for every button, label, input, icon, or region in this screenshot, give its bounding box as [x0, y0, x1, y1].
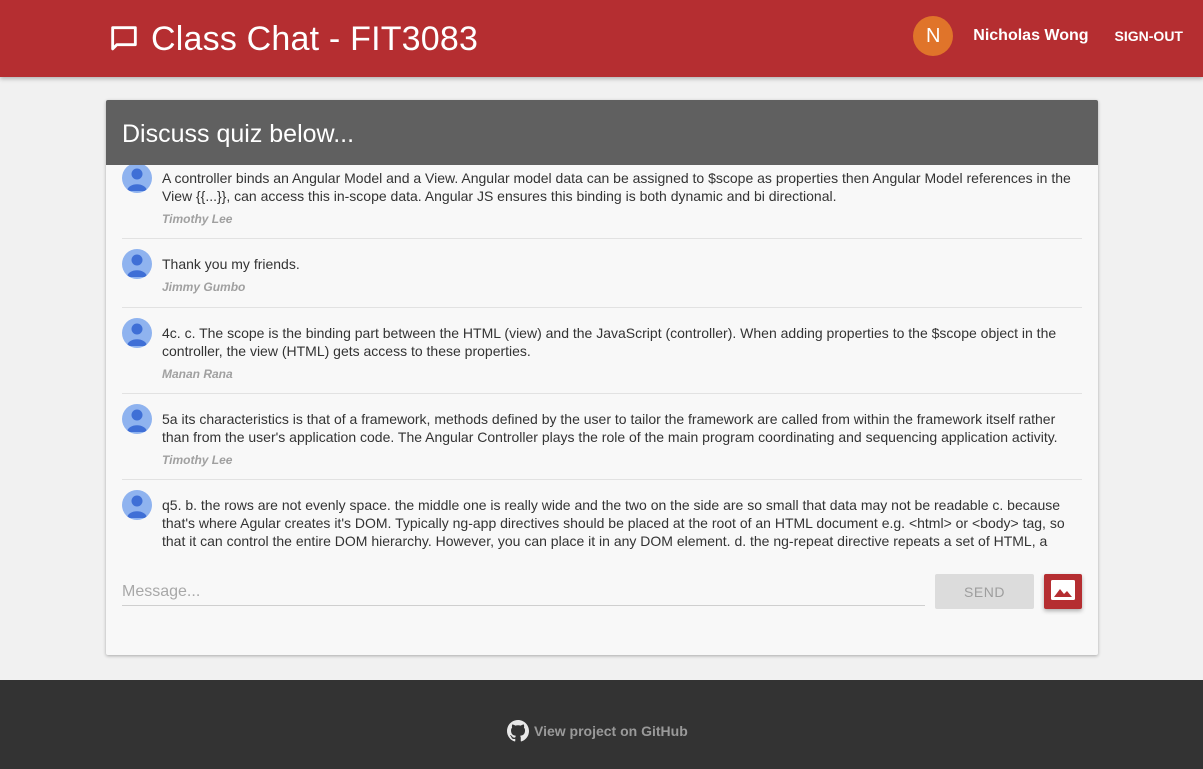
app-title: Class Chat - FIT3083 — [151, 19, 479, 58]
message-text: q5. b. the rows are not evenly space. th… — [162, 497, 1065, 549]
image-icon — [1050, 579, 1076, 604]
message-text: 5a its characteristics is that of a fram… — [162, 411, 1058, 445]
message-author: Timothy Lee — [162, 212, 233, 226]
message-item: 5a its characteristics is that of a fram… — [122, 394, 1082, 480]
message-composer: SEND — [122, 574, 1082, 610]
message-text: Thank you my friends. — [162, 256, 300, 272]
user-area: N Nicholas Wong SIGN-OUT — [913, 16, 1183, 56]
github-icon — [507, 720, 529, 742]
message-item: 4c. c. The scope is the binding part bet… — [122, 308, 1082, 394]
card-title: Discuss quiz below... — [106, 100, 1098, 165]
github-link[interactable]: View project on GitHub — [507, 720, 688, 742]
user-avatar-icon — [122, 249, 152, 279]
message-text: 4c. c. The scope is the binding part bet… — [162, 325, 1057, 359]
message-text: A controller binds an Angular Model and … — [162, 170, 1071, 204]
message-item: A controller binds an Angular Model and … — [122, 165, 1082, 239]
page-footer: View project on GitHub — [0, 680, 1203, 769]
app-header: Class Chat - FIT3083 N Nicholas Wong SIG… — [0, 0, 1203, 77]
sign-out-button[interactable]: SIGN-OUT — [1115, 28, 1183, 44]
message-item: q5. b. the rows are not evenly space. th… — [122, 480, 1082, 550]
chat-card: Discuss quiz below... A controller binds… — [106, 100, 1098, 655]
message-item: Thank you my friends. Jimmy Gumbo — [122, 239, 1082, 308]
send-button[interactable]: SEND — [935, 574, 1034, 609]
github-link-label: View project on GitHub — [534, 723, 688, 739]
message-list[interactable]: A controller binds an Angular Model and … — [106, 165, 1098, 550]
upload-image-button[interactable] — [1044, 574, 1082, 609]
user-avatar-icon — [122, 318, 152, 348]
chat-bubble-icon — [107, 22, 141, 56]
user-avatar-icon — [122, 404, 152, 434]
message-input[interactable] — [122, 578, 925, 606]
user-avatar-icon — [122, 165, 152, 193]
user-avatar[interactable]: N — [913, 16, 954, 56]
message-author: Manan Rana — [162, 367, 233, 381]
app-title-group: Class Chat - FIT3083 — [107, 18, 478, 60]
message-author: Jimmy Gumbo — [162, 280, 246, 294]
user-avatar-icon — [122, 490, 152, 520]
message-author: Timothy Lee — [162, 453, 233, 467]
user-name: Nicholas Wong — [973, 27, 1089, 44]
